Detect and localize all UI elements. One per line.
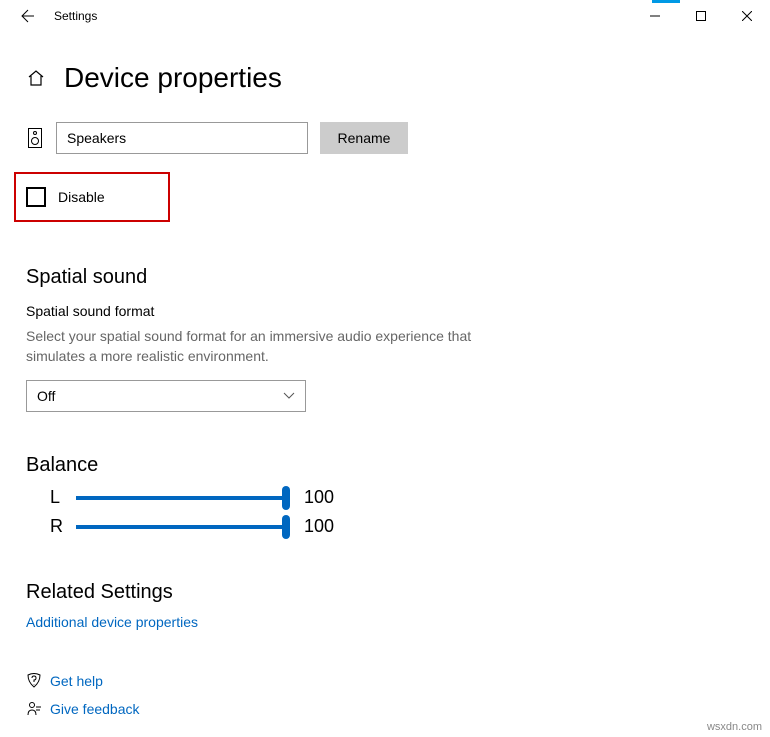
chevron-down-icon: [283, 392, 295, 400]
balance-heading: Balance: [26, 454, 744, 477]
titlebar: Settings: [0, 0, 770, 32]
maximize-icon: [696, 11, 706, 21]
spatial-sound-heading: Spatial sound: [26, 266, 744, 289]
page-header: Device properties: [26, 62, 744, 94]
balance-right-slider[interactable]: [76, 525, 286, 529]
minimize-button[interactable]: [632, 0, 678, 32]
feedback-icon: [26, 701, 50, 717]
give-feedback-row[interactable]: Give feedback: [26, 701, 140, 717]
content-area: Device properties Rename Disable Spatial…: [0, 32, 770, 630]
disable-highlight: Disable: [14, 172, 170, 222]
balance-right-value: 100: [304, 516, 334, 537]
disable-checkbox[interactable]: [26, 187, 46, 207]
disable-label: Disable: [58, 189, 105, 205]
help-icon: [26, 673, 50, 689]
balance-left-label: L: [50, 487, 76, 508]
related-settings-heading: Related Settings: [26, 581, 744, 604]
balance-right-row: R 100: [26, 516, 744, 537]
balance-left-slider[interactable]: [76, 496, 286, 500]
rename-row: Rename: [26, 122, 744, 154]
watermark: wsxdn.com: [707, 721, 762, 733]
window-controls: [632, 0, 770, 32]
window-title: Settings: [54, 9, 97, 23]
additional-properties-link[interactable]: Additional device properties: [26, 614, 198, 630]
maximize-button[interactable]: [678, 0, 724, 32]
device-name-input[interactable]: [56, 122, 308, 154]
footer-links: Get help Give feedback: [26, 673, 140, 729]
give-feedback-link: Give feedback: [50, 701, 140, 717]
back-button[interactable]: [8, 0, 48, 32]
spatial-help-text: Select your spatial sound format for an …: [26, 327, 486, 366]
balance-left-value: 100: [304, 487, 334, 508]
rename-button[interactable]: Rename: [320, 122, 408, 154]
speaker-icon: [26, 128, 44, 148]
home-icon[interactable]: [26, 69, 46, 87]
slider-thumb[interactable]: [282, 515, 290, 539]
get-help-row[interactable]: Get help: [26, 673, 140, 689]
get-help-link: Get help: [50, 673, 103, 689]
arrow-left-icon: [20, 8, 36, 24]
dropdown-value: Off: [37, 388, 55, 404]
balance-left-row: L 100: [26, 487, 744, 508]
accent-strip: [652, 0, 680, 3]
minimize-icon: [650, 11, 660, 21]
spatial-format-dropdown[interactable]: Off: [26, 380, 306, 412]
spatial-format-label: Spatial sound format: [26, 303, 744, 319]
close-button[interactable]: [724, 0, 770, 32]
balance-right-label: R: [50, 516, 76, 537]
slider-thumb[interactable]: [282, 486, 290, 510]
close-icon: [742, 11, 752, 21]
page-title: Device properties: [64, 62, 282, 94]
